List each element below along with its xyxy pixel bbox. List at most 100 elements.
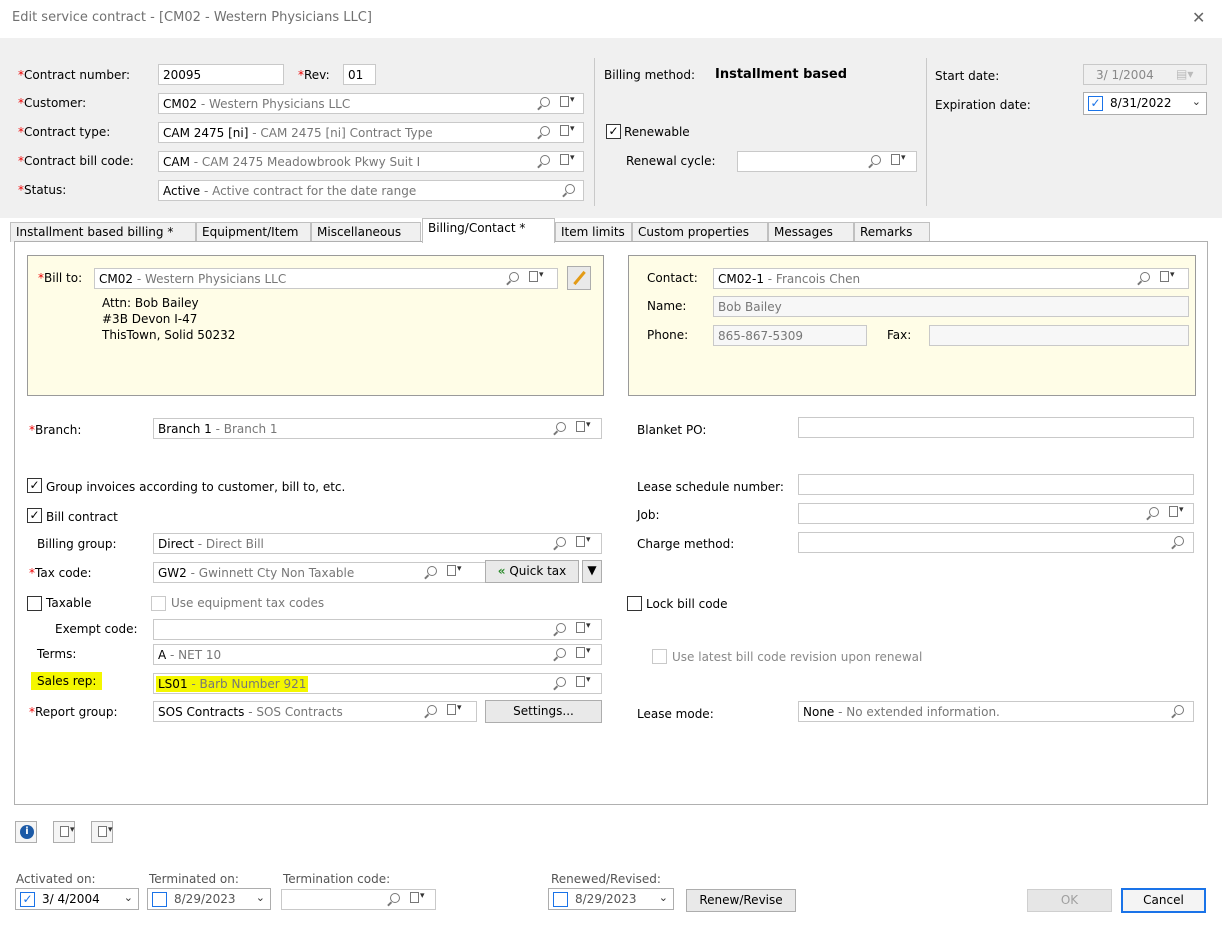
copy-button[interactable] — [91, 821, 113, 843]
terminated-date-picker[interactable]: 8/29/2023 ⌄ — [147, 888, 271, 910]
settings-button[interactable]: Settings... — [485, 700, 602, 723]
tab-item-limits[interactable]: Item limits — [555, 222, 632, 242]
customer-field[interactable]: CM02 - Western Physicians LLC — [158, 93, 584, 114]
billing-group-field[interactable]: Direct - Direct Bill — [153, 533, 602, 554]
search-icon[interactable] — [556, 421, 566, 435]
renew-revise-button[interactable]: Renew/Revise — [686, 889, 796, 912]
sales-rep-field[interactable]: LS01 - Barb Number 921 — [153, 673, 602, 694]
taxable-checkbox[interactable] — [27, 596, 42, 611]
document-menu-icon[interactable] — [529, 270, 544, 285]
document-menu-icon[interactable] — [447, 703, 462, 718]
tax-code-desc: - Gwinnett Cty Non Taxable — [186, 566, 355, 580]
lock-bill-code-checkbox[interactable] — [627, 596, 642, 611]
search-icon[interactable] — [427, 704, 437, 718]
ok-button[interactable]: OK — [1027, 889, 1112, 912]
notes-button[interactable] — [53, 821, 75, 843]
search-icon[interactable] — [1174, 535, 1184, 549]
search-icon[interactable] — [556, 647, 566, 661]
lease-mode-field[interactable]: None - No extended information. — [798, 701, 1194, 722]
document-menu-icon[interactable] — [560, 153, 575, 168]
termination-code-field[interactable] — [281, 889, 436, 910]
document-menu-icon[interactable] — [576, 535, 591, 550]
search-user-icon[interactable] — [540, 154, 550, 168]
job-field[interactable] — [798, 503, 1194, 524]
document-menu-icon[interactable] — [1160, 270, 1175, 285]
window-title: Edit service contract - [CM02 - Western … — [12, 10, 372, 25]
rev-label: *Rev: — [298, 68, 330, 82]
quick-tax-dropdown[interactable]: ▼ — [582, 560, 602, 583]
close-icon[interactable]: ✕ — [1192, 8, 1205, 27]
cancel-button[interactable]: Cancel — [1121, 888, 1206, 913]
use-equipment-tax-checkbox[interactable] — [151, 596, 166, 611]
search-icon[interactable] — [556, 536, 566, 550]
renewal-cycle-field[interactable] — [737, 151, 917, 172]
rev-field[interactable]: 01 — [343, 64, 376, 85]
info-button[interactable]: i — [15, 821, 37, 843]
chevron-down-icon[interactable]: ⌄ — [124, 891, 133, 904]
renewable-checkbox[interactable]: ✓ — [606, 124, 621, 139]
document-menu-icon[interactable] — [410, 891, 425, 906]
chevron-down-icon[interactable]: ⌄ — [256, 891, 265, 904]
activated-date-picker[interactable]: ✓ 3/ 4/2004 ⌄ — [15, 888, 139, 910]
chevron-down-icon[interactable]: ⌄ — [1192, 95, 1201, 108]
document-menu-icon[interactable] — [576, 675, 591, 690]
search-icon[interactable] — [556, 622, 566, 636]
document-menu-icon[interactable] — [447, 564, 462, 579]
tab-equipment-item[interactable]: Equipment/Item — [196, 222, 311, 242]
contact-field[interactable]: CM02-1 - Francois Chen — [713, 268, 1189, 289]
search-user-icon[interactable] — [1140, 271, 1150, 285]
search-icon[interactable] — [390, 892, 400, 906]
contract-type-code: CAM 2475 [ni] — [163, 126, 249, 140]
renewed-date-picker[interactable]: 8/29/2023 ⌄ — [548, 888, 674, 910]
search-icon[interactable] — [565, 183, 575, 197]
tab-remarks[interactable]: Remarks — [854, 222, 930, 242]
renewed-checkbox[interactable] — [553, 892, 568, 907]
edit-pencil-icon[interactable] — [567, 266, 591, 290]
document-menu-icon[interactable] — [560, 95, 575, 110]
bill-code-field[interactable]: CAM - CAM 2475 Meadowbrook Pkwy Suit I — [158, 151, 584, 172]
tab-installment-billing[interactable]: Installment based billing * — [10, 222, 196, 242]
document-menu-icon[interactable] — [560, 124, 575, 139]
bill-contract-checkbox[interactable]: ✓ — [27, 508, 42, 523]
search-icon[interactable] — [540, 96, 550, 110]
charge-method-field[interactable] — [798, 532, 1194, 553]
status-field[interactable]: Active - Active contract for the date ra… — [158, 180, 584, 201]
document-menu-icon[interactable] — [576, 621, 591, 636]
search-icon[interactable] — [1174, 704, 1184, 718]
status-desc: - Active contract for the date range — [200, 184, 417, 198]
activated-checkbox[interactable]: ✓ — [20, 892, 35, 907]
report-group-field[interactable]: SOS Contracts - SOS Contracts — [153, 701, 477, 722]
use-latest-revision-checkbox[interactable] — [652, 649, 667, 664]
document-menu-icon[interactable] — [891, 153, 906, 168]
document-menu-icon[interactable] — [576, 420, 591, 435]
search-icon[interactable] — [556, 676, 566, 690]
billing-group-code: Direct — [158, 537, 194, 551]
expiration-checkbox[interactable]: ✓ — [1088, 96, 1103, 111]
terms-field[interactable]: A - NET 10 — [153, 644, 602, 665]
blanket-po-field[interactable] — [798, 417, 1194, 438]
terminated-checkbox[interactable] — [152, 892, 167, 907]
branch-field[interactable]: Branch 1 - Branch 1 — [153, 418, 602, 439]
chevron-down-icon[interactable]: ⌄ — [659, 891, 668, 904]
tab-billing-contact[interactable]: Billing/Contact * — [422, 218, 555, 243]
search-icon[interactable] — [540, 125, 550, 139]
search-icon[interactable] — [871, 154, 881, 168]
bill-to-field[interactable]: CM02 - Western Physicians LLC — [94, 268, 558, 289]
exempt-code-field[interactable] — [153, 619, 602, 640]
search-icon[interactable] — [509, 271, 519, 285]
document-menu-icon[interactable] — [576, 646, 591, 661]
tax-code-field[interactable]: GW2 - Gwinnett Cty Non Taxable — [153, 562, 491, 583]
tab-miscellaneous[interactable]: Miscellaneous — [311, 222, 421, 242]
fax-label: Fax: — [887, 328, 912, 342]
quick-tax-button[interactable]: « Quick tax — [485, 560, 579, 583]
contract-number-field[interactable]: 20095 — [158, 64, 284, 85]
document-menu-icon[interactable] — [1169, 505, 1184, 520]
contract-type-field[interactable]: CAM 2475 [ni] - CAM 2475 [ni] Contract T… — [158, 122, 584, 143]
group-invoices-checkbox[interactable]: ✓ — [27, 478, 42, 493]
tab-custom-properties[interactable]: Custom properties — [632, 222, 768, 242]
tab-messages[interactable]: Messages — [768, 222, 854, 242]
search-icon[interactable] — [427, 565, 437, 579]
lease-schedule-field[interactable] — [798, 474, 1194, 495]
expiration-date-picker[interactable]: ✓ 8/31/2022 ⌄ — [1083, 92, 1207, 115]
search-icon[interactable] — [1149, 506, 1159, 520]
